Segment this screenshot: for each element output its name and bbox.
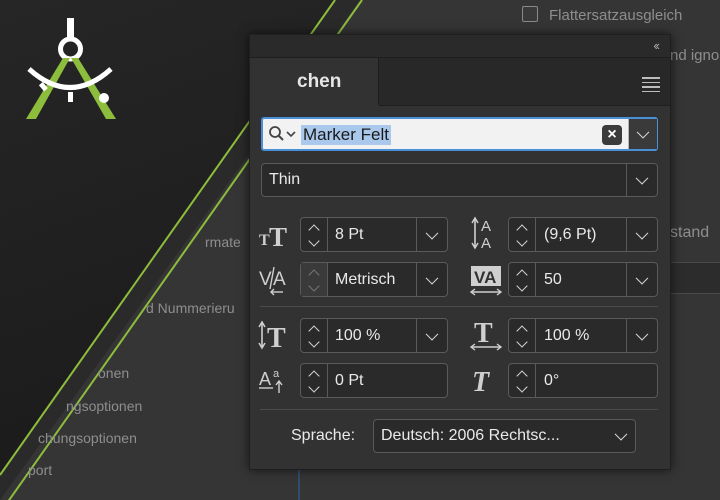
kerning-stepper — [301, 263, 328, 296]
font-family-dropdown[interactable] — [628, 119, 657, 149]
collapse-icon[interactable]: ‹‹ — [653, 38, 660, 53]
background-item: onen — [98, 365, 130, 381]
horizontal-scale-icon: T — [469, 318, 503, 351]
skew-stepper[interactable] — [509, 364, 536, 397]
font-style-select[interactable]: Thin — [261, 163, 658, 197]
chevron-down-icon — [635, 327, 649, 341]
tab-character[interactable]: chen — [250, 58, 379, 105]
svg-text:A: A — [273, 269, 286, 290]
font-size-dropdown[interactable] — [416, 218, 447, 251]
panel-menu-icon[interactable] — [642, 77, 660, 95]
language-select[interactable]: Deutsch: 2006 Rechtsc... — [373, 419, 636, 453]
background-item: d Nummerieru — [146, 300, 235, 316]
vertical-scale-icon: T — [258, 320, 286, 350]
tracking-dropdown[interactable] — [626, 263, 657, 296]
background-item: port — [28, 462, 53, 478]
font-size-value[interactable]: 8 Pt — [335, 218, 363, 251]
vertical-scale-dropdown[interactable] — [416, 319, 447, 352]
separator — [260, 306, 658, 307]
background-checkbox-label: Flattersatzausgleich — [549, 7, 683, 24]
compass-logo — [26, 18, 116, 119]
tracking-value[interactable]: 50 — [544, 263, 562, 296]
horizontal-scale-field[interactable]: 100 % — [508, 318, 658, 353]
leading-value[interactable]: (9,6 Pt) — [544, 218, 596, 251]
leading-dropdown[interactable] — [626, 218, 657, 251]
panel-title-bar[interactable]: ‹‹ — [250, 35, 670, 58]
baseline-shift-stepper[interactable] — [301, 364, 328, 397]
tracking-field[interactable]: 50 — [508, 262, 658, 297]
font-family-value[interactable]: Marker Felt — [301, 125, 391, 145]
horizontal-scale-stepper[interactable] — [509, 319, 536, 352]
baseline-shift-field[interactable]: 0 Pt — [300, 363, 448, 398]
leading-icon: A A — [471, 216, 491, 251]
svg-text:T: T — [474, 318, 493, 349]
font-style-dropdown[interactable] — [626, 164, 657, 196]
svg-text:VA: VA — [474, 268, 496, 287]
vertical-scale-stepper[interactable] — [301, 319, 328, 352]
horizontal-scale-dropdown[interactable] — [626, 319, 657, 352]
vertical-scale-value[interactable]: 100 % — [335, 319, 380, 352]
chevron-down-icon — [635, 171, 649, 185]
font-style-value: Thin — [269, 171, 301, 188]
background-text: nd igno — [670, 47, 720, 64]
tab-bar — [379, 58, 670, 106]
skew-icon: T — [472, 367, 491, 396]
vertical-scale-field[interactable]: 100 % — [300, 318, 448, 353]
background-text: stand — [670, 224, 710, 241]
background-checkbox[interactable] — [522, 6, 538, 22]
tab-label: chen — [297, 71, 342, 92]
tracking-stepper[interactable] — [509, 263, 536, 296]
search-icon[interactable] — [268, 125, 298, 145]
svg-text:A: A — [481, 218, 491, 235]
chevron-down-icon — [614, 427, 628, 441]
background-item: chungsoptionen — [38, 430, 137, 446]
language-dropdown[interactable] — [607, 420, 635, 452]
baseline-shift-icon: A a — [259, 368, 283, 393]
chevron-down-icon — [425, 271, 439, 285]
leading-stepper[interactable] — [509, 218, 536, 251]
chevron-down-icon — [425, 327, 439, 341]
svg-text:a: a — [273, 368, 280, 380]
character-panel: ‹‹ chen Marker Felt × Thin T T 8 Pt A A — [249, 34, 671, 470]
language-value: Deutsch: 2006 Rechtsc... — [381, 427, 560, 444]
background-item: rmate — [205, 234, 241, 250]
skew-field[interactable]: 0° — [508, 363, 658, 398]
language-label: Sprache: — [291, 427, 356, 444]
font-size-stepper[interactable] — [301, 218, 328, 251]
font-size-field[interactable]: 8 Pt — [300, 217, 448, 252]
chevron-down-icon — [635, 271, 649, 285]
kerning-icon: V A — [259, 266, 286, 296]
svg-text:A: A — [481, 235, 491, 251]
chevron-down-icon — [635, 226, 649, 240]
kerning-dropdown[interactable] — [416, 263, 447, 296]
kerning-value[interactable]: Metrisch — [335, 263, 395, 296]
chevron-down-icon — [425, 226, 439, 240]
font-family-input[interactable]: Marker Felt × — [261, 117, 658, 151]
svg-text:T: T — [269, 222, 287, 248]
svg-text:T: T — [267, 323, 286, 350]
background-item: ngsoptionen — [66, 398, 143, 414]
baseline-shift-value[interactable]: 0 Pt — [335, 364, 363, 397]
svg-text:T: T — [472, 367, 491, 396]
separator — [260, 409, 658, 410]
chevron-down-icon — [636, 125, 650, 139]
font-size-icon: T T — [259, 222, 287, 248]
skew-value[interactable]: 0° — [544, 364, 559, 397]
clear-icon[interactable]: × — [602, 125, 622, 145]
tracking-icon: VA — [469, 266, 503, 296]
kerning-field[interactable]: Metrisch — [300, 262, 448, 297]
horizontal-scale-value[interactable]: 100 % — [544, 319, 589, 352]
leading-field[interactable]: (9,6 Pt) — [508, 217, 658, 252]
svg-text:A: A — [259, 369, 271, 389]
